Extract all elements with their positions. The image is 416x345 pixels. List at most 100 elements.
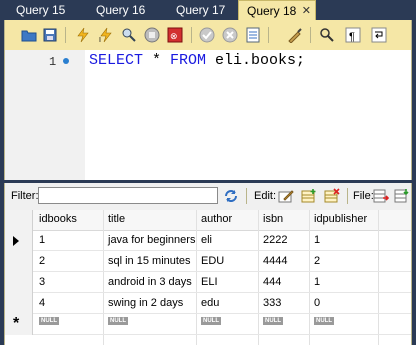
toolbar-separator [310,27,311,43]
cell-idpublisher[interactable]: 1 [314,234,320,246]
cell-title[interactable]: android in 3 days [108,276,192,288]
explain-icon[interactable] [121,27,137,43]
table-row[interactable]: 4 swing in 2 days edu 333 0 [5,293,411,314]
row-marker[interactable] [5,230,33,251]
null-badge[interactable]: NULL [314,317,334,325]
save-icon[interactable] [42,27,58,43]
sql-table-name: eli.books; [206,52,306,69]
wrap-icon[interactable] [371,27,387,43]
cell-author[interactable]: edu [201,297,219,309]
sql-editor-toolbar: I ⊗ ¶ [4,20,412,50]
beautify-icon[interactable] [287,27,303,43]
toolbar-separator [268,27,269,43]
stop-icon[interactable] [144,27,160,43]
sql-star: * [143,52,171,69]
toolbar-separator [65,27,66,43]
tab-label: Query 18 [247,4,297,18]
edit-label: Edit: [254,190,277,202]
tab-query-17[interactable]: Query 17 [160,0,238,20]
query-tab-strip: Query 15 Query 16 Query 17 Query 18 ✕ [0,0,416,20]
table-row[interactable]: 3 android in 3 days ELI 444 1 [5,272,411,293]
sql-editor[interactable]: 1 SELECT * FROM eli.books; [4,50,412,180]
svg-text:I: I [99,37,101,43]
cell-idbooks[interactable]: 1 [39,234,45,246]
null-badge[interactable]: NULL [108,317,128,325]
null-badge[interactable]: NULL [263,317,283,325]
filter-label: Filter: [11,190,39,202]
cell-title[interactable]: swing in 2 days [108,297,183,309]
column-header-idpublisher[interactable]: idpublisher [314,213,367,225]
new-row[interactable]: * NULL NULL NULL NULL NULL [5,314,411,335]
find-icon[interactable] [319,27,335,43]
import-icon[interactable] [394,188,410,204]
cell-isbn[interactable]: 333 [263,297,281,309]
toolbar-separator [347,188,348,204]
tab-query-16[interactable]: Query 16 [80,0,160,20]
file-label: File: [353,190,374,202]
svg-text:⊗: ⊗ [170,31,178,41]
current-row-arrow-icon [13,236,19,246]
cell-title[interactable]: sql in 15 minutes [108,255,191,267]
header-corner [5,210,33,230]
cell-isbn[interactable]: 2222 [263,234,287,246]
column-header-title[interactable]: title [108,213,125,225]
row-marker[interactable] [5,293,33,314]
open-folder-icon[interactable] [21,27,37,43]
line-number: 1 [49,55,57,69]
result-toolbar: Filter: Edit: File: [5,183,411,210]
new-row-marker: * [13,315,20,332]
grid-header-row: idbooks title author isbn idpublisher [5,210,411,231]
tab-label: Query 15 [16,3,66,17]
toolbar-separator [246,188,247,204]
sql-keyword-from: FROM [170,52,207,69]
toggle-autocommit-icon[interactable]: ⊗ [167,27,183,43]
column-header-author[interactable]: author [201,213,232,225]
result-grid[interactable]: idbooks title author isbn idpublisher 1 … [5,210,411,345]
tab-label: Query 17 [176,3,226,17]
cell-author[interactable]: eli [201,234,212,246]
editor-gutter: 1 [5,50,85,180]
row-marker[interactable] [5,251,33,272]
execute-icon[interactable] [75,27,91,43]
svg-text:¶: ¶ [349,31,355,43]
cell-idpublisher[interactable]: 0 [314,297,320,309]
sql-keyword-select: SELECT [89,52,144,69]
cell-idpublisher[interactable]: 2 [314,255,320,267]
null-badge[interactable]: NULL [39,317,59,325]
rollback-icon[interactable] [222,27,238,43]
delete-row-icon[interactable] [324,188,340,204]
null-badge[interactable]: NULL [201,317,221,325]
insert-row-icon[interactable] [301,188,317,204]
row-marker[interactable]: * [5,314,33,335]
invisible-chars-icon[interactable]: ¶ [345,27,361,43]
close-tab-icon[interactable]: ✕ [302,1,311,21]
table-row[interactable]: 1 java for beginners eli 2222 1 [5,230,411,251]
cell-idbooks[interactable]: 2 [39,255,45,267]
column-header-isbn[interactable]: isbn [263,213,283,225]
tab-query-18[interactable]: Query 18 ✕ [238,0,316,20]
tab-query-15[interactable]: Query 15 [0,0,80,20]
edit-row-icon[interactable] [278,188,294,204]
row-marker[interactable] [5,272,33,293]
cell-idbooks[interactable]: 3 [39,276,45,288]
cell-idbooks[interactable]: 4 [39,297,45,309]
commit-icon[interactable] [199,27,215,43]
result-panel: Filter: Edit: File: idbooks title author… [4,183,412,345]
cell-idpublisher[interactable]: 1 [314,276,320,288]
filter-input[interactable] [38,187,218,204]
statement-marker-icon [63,58,69,64]
export-icon[interactable] [373,188,389,204]
refresh-icon[interactable] [223,188,239,204]
cell-title[interactable]: java for beginners [108,234,195,246]
tab-label: Query 16 [96,3,146,17]
cell-isbn[interactable]: 444 [263,276,281,288]
limit-rows-icon[interactable] [245,27,261,43]
execute-current-icon[interactable]: I [98,27,114,43]
cell-isbn[interactable]: 4444 [263,255,287,267]
sql-code-line[interactable]: SELECT * FROM eli.books; [89,52,305,69]
column-header-idbooks[interactable]: idbooks [39,213,77,225]
toolbar-separator [191,27,192,43]
cell-author[interactable]: ELI [201,276,218,288]
table-row[interactable]: 2 sql in 15 minutes EDU 4444 2 [5,251,411,272]
cell-author[interactable]: EDU [201,255,224,267]
